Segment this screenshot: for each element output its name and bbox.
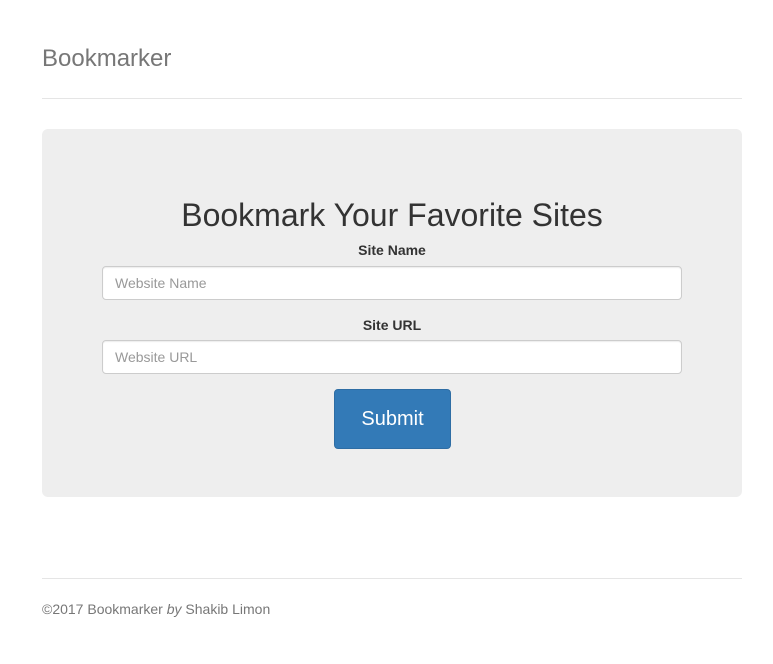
submit-button[interactable]: Submit (334, 389, 451, 449)
footer-text: ©2017 Bookmarker by Shakib Limon (42, 600, 270, 618)
bookmark-form-panel: Bookmark Your Favorite Sites Site Name S… (42, 129, 742, 497)
footer-copyright: ©2017 Bookmarker (42, 601, 163, 617)
header: Bookmarker (42, 0, 742, 99)
form-title: Bookmark Your Favorite Sites (181, 197, 603, 233)
footer-author: Shakib Limon (185, 601, 271, 617)
brand-title: Bookmarker (42, 45, 172, 72)
site-url-label: Site URL (362, 317, 422, 333)
site-url-input[interactable] (102, 340, 682, 374)
site-name-label: Site Name (358, 242, 426, 258)
page-container: Bookmarker Bookmark Your Favorite Sites … (42, 0, 742, 617)
site-name-input[interactable] (102, 266, 682, 300)
footer: ©2017 Bookmarker by Shakib Limon (42, 578, 742, 638)
footer-by: by (166, 601, 182, 617)
